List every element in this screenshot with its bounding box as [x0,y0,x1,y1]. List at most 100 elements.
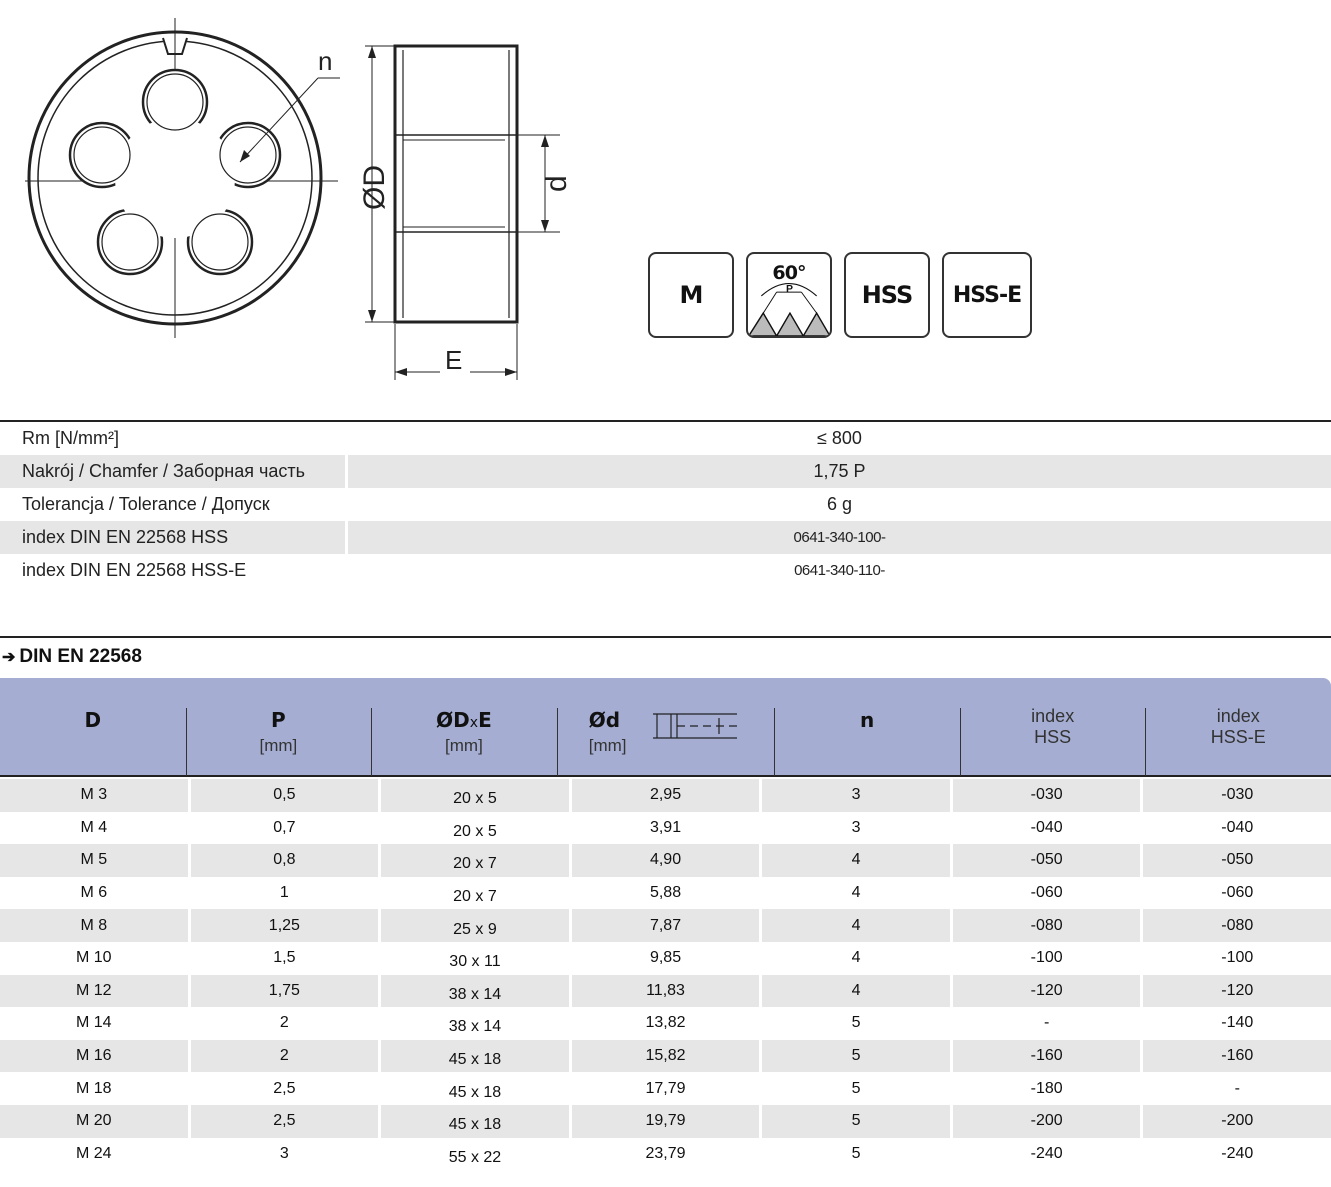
property-value: 0641-340-110- [794,562,885,579]
cell-d: M 10 [76,949,112,967]
cell-p: 0,5 [187,779,379,812]
cell-n: 4 [759,909,950,942]
cell-p: 1,25 [187,909,379,942]
bore-diagram-icon [652,713,737,739]
die-front-view [25,18,340,338]
cell-index-hss-e: -240 [1140,1137,1331,1171]
table-row: M 3 0,5 20 x 5 2,95 3 -030 -030 [0,779,1331,812]
table-body: M 3 0,5 20 x 5 2,95 3 -030 -030 M 4 0,7 20 x 5 3,9… [0,779,1331,1171]
die-technical-drawing: n ØD d E [25,18,573,380]
header-od-e: ØDxE [mm] [371,678,557,776]
thread-pitch-label: P [786,284,793,295]
cell-index-hss: -120 [949,974,1141,1008]
header-hss-e-label: HSS-E [1210,727,1266,747]
cell-bore: 17,79 [568,1072,760,1105]
cell-n: 3 [759,811,950,845]
table-row: M 18 2,5 45 x 18 17,79 5 -180- [0,1072,1331,1105]
table-row: M 10 1,5 30 x 11 9,85 4 -100 -100 [0,941,1331,975]
cell-index-hss: -040 [949,811,1141,845]
cell-index-hss: -180 [949,1072,1141,1105]
header-index-label: index [1031,706,1075,726]
section-divider [0,636,1331,638]
badge-hss-e-label: HSS-E [952,282,1022,308]
property-row: Tolerancja / Tolerance / Допуск 6 g [0,488,1331,521]
property-label: index DIN EN 22568 HSS [0,521,348,554]
thread-angle-value: 60° [772,262,805,284]
badge-hss: HSS [844,252,930,338]
property-row: index DIN EN 22568 HSS 0641-340-100- [0,521,1331,554]
feature-badges: M 60° P HSS HSS-E [648,252,1032,338]
header-n-label: n [859,708,875,732]
table-row: M 8 1,25 25 x 9 7,87 4 -080 -080 [0,909,1331,942]
property-label: index DIN EN 22568 HSS-E [22,560,247,580]
cell-od-e: 55 x 22 [378,1137,569,1171]
badge-metric-thread: M [648,252,734,338]
cell-od-e: 25 x 9 [378,909,569,942]
table-row: M 24 3 55 x 22 23,79 5 -240 -240 [0,1137,1331,1171]
die-side-view [365,44,560,380]
table-row: M 16 2 45 x 18 15,82 5 -160 -160 [0,1039,1331,1073]
header-index-hss-e: index HSS-E [1145,678,1331,776]
table-header: D P [mm] ØDxE [mm] Ød [mm] n index HSS i… [0,678,1331,777]
cell-d: M 5 [80,851,108,869]
cell-bore: 9,85 [568,941,760,975]
cell-od-e: 30 x 11 [378,941,569,975]
cell-n: 5 [759,1007,950,1040]
cell-n: 4 [759,941,950,975]
cell-index-hss: -240 [949,1137,1141,1171]
header-index-label: index [1216,706,1260,726]
cell-bore: 4,90 [568,844,760,877]
cell-index-hss-e: -160 [1140,1039,1331,1073]
cell-index-hss: -160 [949,1039,1141,1073]
standard-title-text: DIN EN 22568 [19,646,142,667]
cell-index-hss-e: -080 [1140,909,1331,942]
label-n: n [318,46,332,76]
badge-metric-label: M [679,281,704,309]
table-row: M 20 2,5 45 x 18 19,79 5 -200 -200 [0,1104,1331,1138]
cell-index-hss-e: -050 [1140,844,1331,877]
cell-d: M 14 [76,1014,112,1032]
cell-index-hss-e: -200 [1140,1104,1331,1138]
cell-bore: 23,79 [568,1137,760,1171]
table-row: M 4 0,7 20 x 5 3,91 3 -040 -040 [0,811,1331,845]
property-value: 0641-340-100- [793,529,886,546]
header-hss-label: HSS [1034,727,1072,747]
cell-od-e: 45 x 18 [378,1104,569,1138]
header-od-e-unit: [mm] [445,736,483,755]
cell-p: 1 [187,876,379,910]
header-x-label: x [469,715,479,731]
cell-p: 1,5 [187,941,379,975]
cell-d: M 18 [76,1079,112,1097]
cell-bore: 11,83 [568,974,760,1008]
table-row: M 14 2 38 x 14 13,82 5- -140 [0,1007,1331,1040]
table-row: M 6 1 20 x 7 5,88 4 -060 -060 [0,876,1331,910]
cell-index-hss: -080 [949,909,1141,942]
property-label: Tolerancja / Tolerance / Допуск [22,494,270,514]
cell-index-hss: -060 [949,876,1141,910]
cell-index-hss-e: - [1140,1072,1331,1105]
badge-thread-angle: 60° P [746,252,832,338]
cell-index-hss: -030 [949,779,1141,812]
cell-od-e: 20 x 5 [378,779,569,812]
badge-hss-e: HSS-E [942,252,1032,338]
cell-bore: 5,88 [568,876,760,910]
cell-d: M 12 [76,981,112,999]
cell-n: 5 [759,1137,950,1171]
property-value: 1,75 P [813,461,866,481]
cell-index-hss: -050 [949,844,1141,877]
cell-bore: 13,82 [568,1007,760,1040]
cell-bore: 7,87 [568,909,760,942]
header-p-label: P [271,708,286,732]
cell-n: 4 [759,844,950,877]
cell-p: 1,75 [187,974,379,1008]
header-e-label: E [478,708,492,732]
property-row: Rm [N/mm²] ≤ 800 [0,422,1331,455]
cell-od-e: 45 x 18 [378,1072,569,1105]
cell-d: M 20 [76,1112,112,1130]
header-p: P [mm] [185,678,372,776]
label-od: ØD [358,165,391,210]
cell-n: 5 [759,1039,950,1073]
cell-p: 2 [187,1039,379,1073]
cell-p: 0,7 [187,811,379,845]
cell-od-e: 20 x 7 [378,844,569,877]
